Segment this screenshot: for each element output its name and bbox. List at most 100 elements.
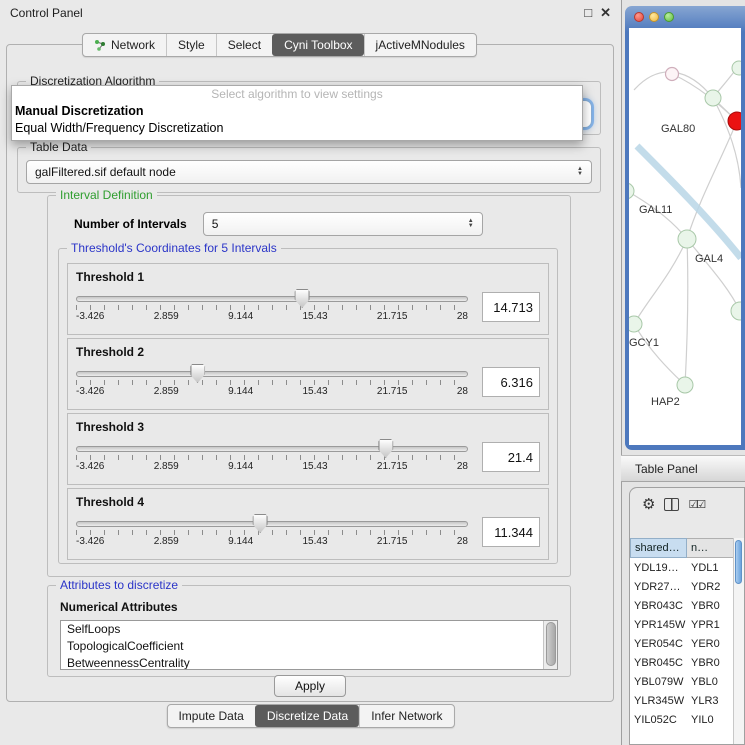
tab-impute-data[interactable]: Impute Data <box>167 705 254 727</box>
network-canvas[interactable]: GAL80 GAL11 GAL4 GCY1 HAP2 <box>629 28 741 445</box>
slider-scale-label: 9.144 <box>228 386 253 397</box>
cell-shared-name[interactable]: YBR045C <box>630 657 687 669</box>
number-of-intervals-row: Number of Intervals 5 ▲▼ <box>74 212 544 236</box>
list-item[interactable]: SelfLoops <box>61 621 557 638</box>
cell-shared-name[interactable]: YER054C <box>630 638 687 650</box>
node[interactable] <box>732 61 741 75</box>
node-selected-red[interactable] <box>728 112 741 130</box>
slider-scale-label: 28 <box>457 461 468 472</box>
slider-track[interactable] <box>76 446 468 452</box>
list-item[interactable]: BetweennessCentrality <box>61 655 557 670</box>
combo-arrows-icon: ▲▼ <box>577 167 583 177</box>
table-row[interactable]: YDL19…YDL1 <box>630 558 734 577</box>
slider-ticks <box>76 530 468 535</box>
slider-track[interactable] <box>76 296 468 302</box>
cell-shared-name[interactable]: YDL19… <box>630 562 687 574</box>
threshold-value-field[interactable]: 14.713 <box>482 292 540 322</box>
slider-track[interactable] <box>76 521 468 527</box>
window-title: Control Panel <box>10 6 83 20</box>
select-columns-icon[interactable]: ☑☑ <box>688 498 704 511</box>
tab-jactivemnodules[interactable]: jActiveMNodules <box>364 34 476 56</box>
cell-shared-name[interactable]: YBR043C <box>630 600 687 612</box>
table-row[interactable]: YIL052CYIL0 <box>630 710 734 729</box>
node-gcy1[interactable] <box>629 316 642 332</box>
node[interactable] <box>705 90 721 106</box>
threshold-label: Threshold 2 <box>76 345 540 359</box>
cell-name[interactable]: YIL0 <box>687 714 734 726</box>
cell-name[interactable]: YDL1 <box>687 562 734 574</box>
close-traffic-icon[interactable] <box>634 12 644 22</box>
node-gal4[interactable] <box>678 230 696 248</box>
numerical-attributes-list[interactable]: SelfLoopsTopologicalCoefficientBetweenne… <box>60 620 558 670</box>
column-header-shared-name[interactable]: shared… <box>630 538 687 558</box>
list-scrollbar[interactable] <box>543 621 557 669</box>
node-pink[interactable] <box>666 68 679 81</box>
cell-shared-name[interactable]: YBL079W <box>630 676 687 688</box>
table-row[interactable]: YBR043CYBR0 <box>630 596 734 615</box>
table-row[interactable]: YBL079WYBL0 <box>630 672 734 691</box>
threshold-panel-1: Threshold 1 -3.4262.8599.14415.4321.7152… <box>67 263 549 335</box>
table-row[interactable]: YER054CYER0 <box>630 634 734 653</box>
threshold-slider[interactable]: -3.4262.8599.14415.4321.71528 <box>76 363 468 397</box>
float-icon[interactable]: □ <box>584 5 592 21</box>
number-of-intervals-combo[interactable]: 5 ▲▼ <box>203 212 483 236</box>
cell-name[interactable]: YLR3 <box>687 695 734 707</box>
table-panel-header[interactable]: Table Panel <box>621 455 745 482</box>
slider-scale: -3.4262.8599.14415.4321.71528 <box>76 311 468 322</box>
cell-name[interactable]: YBR0 <box>687 600 734 612</box>
table-data-combo[interactable]: galFiltered.sif default node ▲▼ <box>26 160 592 184</box>
gear-icon[interactable]: ⚙ <box>642 495 655 513</box>
cell-name[interactable]: YBL0 <box>687 676 734 688</box>
columns-icon[interactable] <box>664 498 679 511</box>
slider-scale-label: -3.426 <box>76 311 104 322</box>
threshold-value-field[interactable]: 6.316 <box>482 367 540 397</box>
slider-scale-label: 15.43 <box>303 461 328 472</box>
apply-button[interactable]: Apply <box>274 675 346 697</box>
threshold-value-field[interactable]: 11.344 <box>482 517 540 547</box>
cell-name[interactable]: YBR0 <box>687 657 734 669</box>
table-row[interactable]: YDR27…YDR2 <box>630 577 734 596</box>
slider-scale-label: 9.144 <box>228 461 253 472</box>
cell-shared-name[interactable]: YPR145W <box>630 619 687 631</box>
dropdown-item-equal-width-frequency[interactable]: Equal Width/Frequency Discretization <box>12 120 582 137</box>
table-toolbar: ⚙ ☑☑ <box>630 488 744 520</box>
cell-shared-name[interactable]: YDR27… <box>630 581 687 593</box>
tab-infer-network[interactable]: Infer Network <box>359 705 453 727</box>
tab-style[interactable]: Style <box>166 34 216 56</box>
list-item[interactable]: TopologicalCoefficient <box>61 638 557 655</box>
cell-name[interactable]: YDR2 <box>687 581 734 593</box>
table-row[interactable]: YLR345WYLR3 <box>630 691 734 710</box>
cell-shared-name[interactable]: YLR345W <box>630 695 687 707</box>
slider-scale-label: -3.426 <box>76 461 104 472</box>
tab-select[interactable]: Select <box>216 34 272 56</box>
table-scrollbar-thumb[interactable] <box>735 540 742 584</box>
zoom-traffic-icon[interactable] <box>664 12 674 22</box>
algorithm-dropdown: Select algorithm to view settings Manual… <box>11 85 583 141</box>
node-hap2[interactable] <box>677 377 693 393</box>
node[interactable] <box>731 302 741 320</box>
cell-shared-name[interactable]: YIL052C <box>630 714 687 726</box>
minimize-traffic-icon[interactable] <box>649 12 659 22</box>
close-icon[interactable]: ✕ <box>600 5 611 21</box>
slider-ticks <box>76 305 468 310</box>
list-scrollbar-thumb[interactable] <box>546 622 556 666</box>
tab-cyni-toolbox[interactable]: Cyni Toolbox <box>272 34 363 56</box>
threshold-value-field[interactable]: 21.4 <box>482 442 540 472</box>
tab-discretize-data[interactable]: Discretize Data <box>255 705 359 727</box>
slider-scale-label: 9.144 <box>228 536 253 547</box>
threshold-slider[interactable]: -3.4262.8599.14415.4321.71528 <box>76 288 468 322</box>
tab-network[interactable]: Network <box>83 34 166 56</box>
cell-name[interactable]: YER0 <box>687 638 734 650</box>
node[interactable] <box>629 183 634 199</box>
threshold-slider[interactable]: -3.4262.8599.14415.4321.71528 <box>76 438 468 472</box>
threshold-slider[interactable]: -3.4262.8599.14415.4321.71528 <box>76 513 468 547</box>
table-row[interactable]: YBR045CYBR0 <box>630 653 734 672</box>
cell-name[interactable]: YPR1 <box>687 619 734 631</box>
slider-ticks <box>76 380 468 385</box>
threshold-panel-2: Threshold 2 -3.4262.8599.14415.4321.7152… <box>67 338 549 410</box>
group-title: Attributes to discretize <box>56 578 182 592</box>
slider-track[interactable] <box>76 371 468 377</box>
table-scrollbar[interactable] <box>733 538 744 744</box>
dropdown-item-manual-discretization[interactable]: Manual Discretization <box>12 103 582 120</box>
table-row[interactable]: YPR145WYPR1 <box>630 615 734 634</box>
